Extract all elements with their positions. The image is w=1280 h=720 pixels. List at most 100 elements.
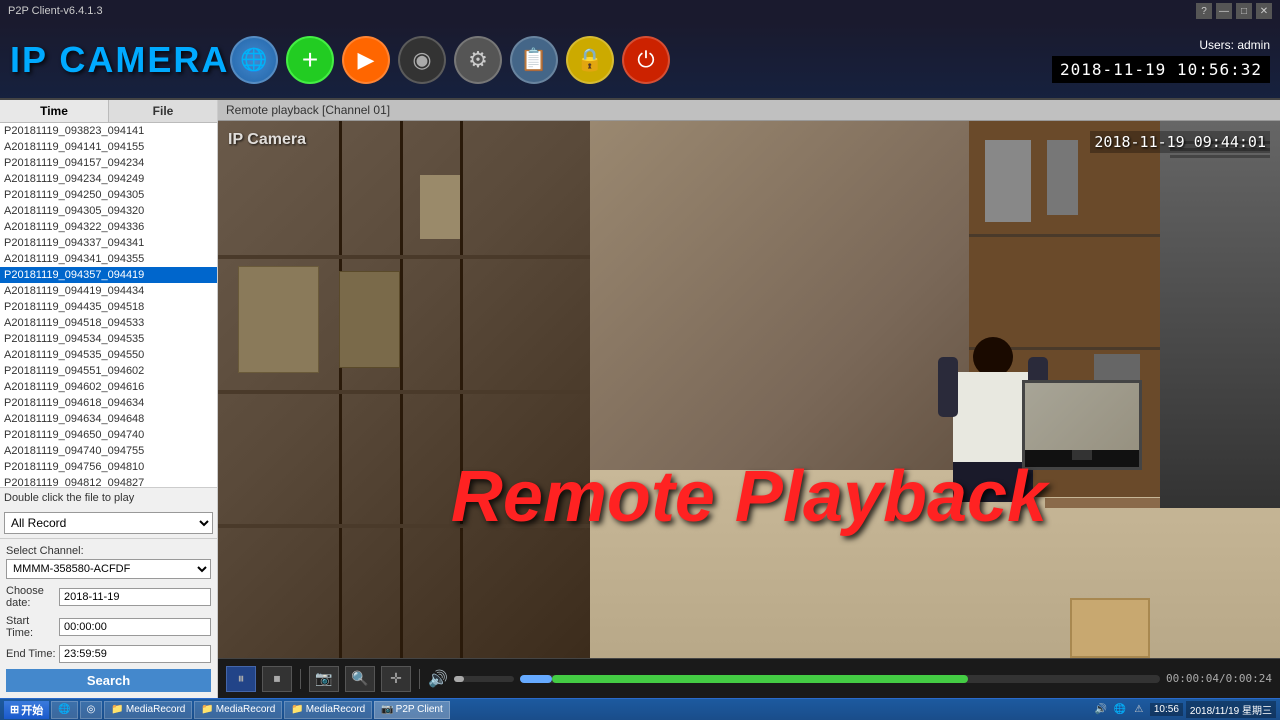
computer-tower [1160,121,1280,508]
pause-button[interactable]: ⏸ [226,666,256,692]
start-time-label: Start Time: [6,615,59,639]
volume-track[interactable] [454,676,514,682]
file-item[interactable]: A20181119_094634_094648 [0,411,217,427]
file-item[interactable]: P20181119_094551_094602 [0,363,217,379]
camera-icon: 📷 [381,704,393,715]
start-time-input[interactable] [59,618,211,636]
separator1 [300,669,301,689]
tray-time: 10:56 [1150,703,1183,716]
file-item[interactable]: P20181119_094337_094341 [0,235,217,251]
camera-timestamp: 2018-11-19 09:44:01 [1090,131,1270,153]
video-area: Remote playback [Channel 01] [218,100,1280,698]
item1 [238,266,319,373]
file-item[interactable]: P20181119_094756_094810 [0,459,217,475]
file-item[interactable]: A20181119_094518_094533 [0,315,217,331]
progress-track[interactable] [520,675,1160,683]
file-item[interactable]: P20181119_094534_094535 [0,331,217,347]
start-button[interactable]: ⊞ 开始 [4,701,49,719]
header: IP CAMERA 🌐 + ▶ ◉ ⚙ 📋 🔒 ⏻ Users: admin 2… [0,22,1280,100]
time-display: 00:00:04/0:00:24 [1166,672,1272,685]
users-label: Users: admin [1199,38,1270,52]
channel-row: Select Channel: MMMM-358580-ACFDF [6,545,211,579]
camera-watermark: IP Camera [228,131,306,149]
scene-right [590,121,1280,658]
file-item[interactable]: P20181119_093823_094141 [0,123,217,139]
tray-icon3: ⚠ [1131,702,1147,718]
taskbar-item-ie[interactable]: 🌐 [51,701,77,719]
taskbar-item-camera[interactable]: 📷 P2P Client [374,701,450,719]
play-button[interactable]: ▶ [342,36,390,84]
snapshot-button[interactable]: 📷 [309,666,339,692]
tab-time[interactable]: Time [0,100,109,122]
date-input[interactable] [59,588,211,606]
file-item[interactable]: P20181119_094357_094419 [0,267,217,283]
file-item[interactable]: A20181119_094419_094434 [0,283,217,299]
title-bar-controls: ? — □ ✕ [1196,3,1272,19]
add-button[interactable]: + [286,36,334,84]
file-item[interactable]: P20181119_094435_094518 [0,299,217,315]
reel-button[interactable]: ◉ [398,36,446,84]
folder3-label: MediaRecord [306,704,365,715]
channel-dropdown[interactable]: MMMM-358580-ACFDF [6,559,211,579]
record-type-select[interactable]: All Record Normal Alarm [4,512,213,534]
end-time-input[interactable] [59,645,211,663]
taskbar: ⊞ 开始 🌐 ◎ 📁 MediaRecord 📁 MediaRecord 📁 M… [0,698,1280,720]
file-item[interactable]: P20181119_094618_094634 [0,395,217,411]
person-head [973,337,1013,377]
vent3 [1170,155,1270,158]
file-list[interactable]: P20181119_093823_094141A20181119_094141_… [0,123,217,487]
main-area: Time File P20181119_093823_094141A201811… [0,100,1280,698]
file-item[interactable]: A20181119_094535_094550 [0,347,217,363]
monitor-stand-top [1072,450,1092,460]
folder1-icon: 📁 [111,704,123,715]
file-item[interactable]: P20181119_094812_094827 [0,475,217,487]
box [1070,598,1150,658]
monitor-screen [1025,383,1139,450]
file-item[interactable]: P20181119_094157_094234 [0,155,217,171]
tab-file[interactable]: File [109,100,217,122]
help-button[interactable]: ? [1196,3,1212,19]
header-datetime: 2018-11-19 10:56:32 [1052,56,1270,83]
tray-icon1: 🔊 [1093,702,1109,718]
power-button[interactable]: ⏻ [622,36,670,84]
file-item[interactable]: A20181119_094341_094355 [0,251,217,267]
file-item[interactable]: A20181119_094602_094616 [0,379,217,395]
separator2 [419,669,420,689]
sidebar-controls: Select Channel: MMMM-358580-ACFDF Choose… [0,538,217,698]
tray-date: 2018/11/19 星期三 [1186,701,1276,718]
sidebar: Time File P20181119_093823_094141A201811… [0,100,218,698]
zoom-button[interactable]: 🔍 [345,666,375,692]
search-button[interactable]: Search [6,669,211,692]
file-item[interactable]: P20181119_094250_094305 [0,187,217,203]
file-item[interactable]: A20181119_094740_094755 [0,443,217,459]
file-item[interactable]: P20181119_094650_094740 [0,427,217,443]
taskbar-item-folder2[interactable]: 📁 MediaRecord [194,701,282,719]
header-right: Users: admin 2018-11-19 10:56:32 [1052,38,1270,83]
taskbar-item-folder3[interactable]: 📁 MediaRecord [284,701,372,719]
video-frame: IP Camera 2018-11-19 09:44:01 Remote Pla… [218,121,1280,658]
folder2-icon: 📁 [201,704,213,715]
end-time-row: End Time: [6,645,211,663]
globe-button[interactable]: 🌐 [230,36,278,84]
file-item[interactable]: A20181119_094234_094249 [0,171,217,187]
taskbar-item-folder1[interactable]: 📁 MediaRecord [104,701,192,719]
progress-played [520,675,552,683]
start-label: 开始 [21,702,43,718]
stop-button[interactable]: ⏹ [262,666,292,692]
lock-button[interactable]: 🔒 [566,36,614,84]
hint-text: Double click the file to play [0,487,217,508]
close-button[interactable]: ✕ [1256,3,1272,19]
file-item[interactable]: A20181119_094141_094155 [0,139,217,155]
ptz-button[interactable]: ✛ [381,666,411,692]
shelf-item1 [985,140,1032,223]
docs-button[interactable]: 📋 [510,36,558,84]
volume-fill [454,676,464,682]
maximize-button[interactable]: □ [1236,3,1252,19]
folder2-label: MediaRecord [216,704,275,715]
settings-button[interactable]: ⚙ [454,36,502,84]
taskbar-item-chrome[interactable]: ◎ [80,701,103,719]
minimize-button[interactable]: — [1216,3,1232,19]
file-item[interactable]: A20181119_094305_094320 [0,203,217,219]
file-item[interactable]: A20181119_094322_094336 [0,219,217,235]
folder3-icon: 📁 [291,704,303,715]
